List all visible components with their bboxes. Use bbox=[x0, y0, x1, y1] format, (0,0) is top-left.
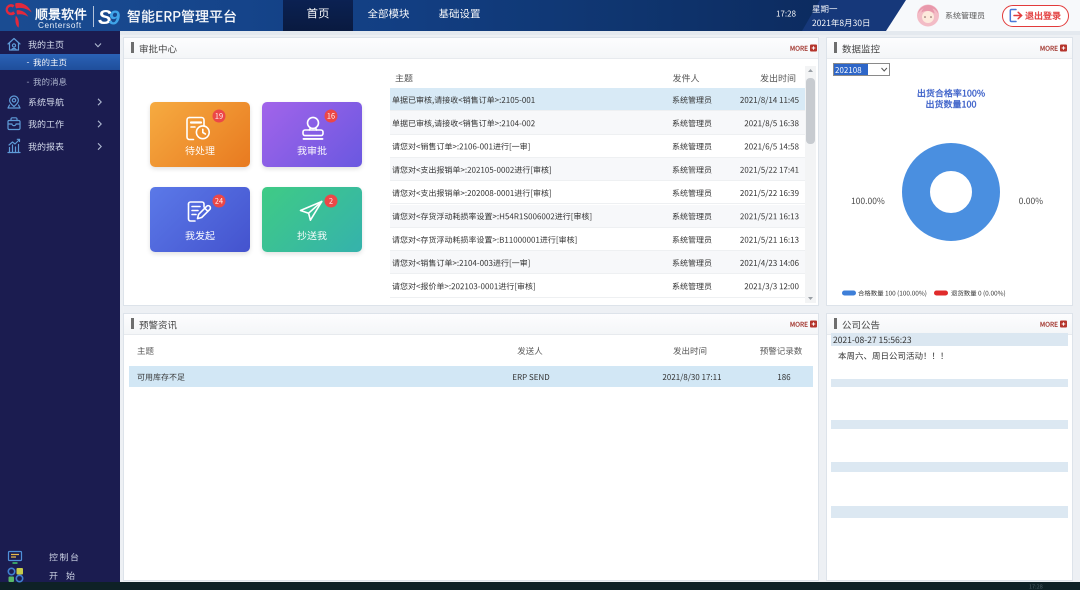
svg-text:Centersoft: Centersoft bbox=[38, 21, 82, 30]
svg-text:9: 9 bbox=[109, 7, 121, 30]
